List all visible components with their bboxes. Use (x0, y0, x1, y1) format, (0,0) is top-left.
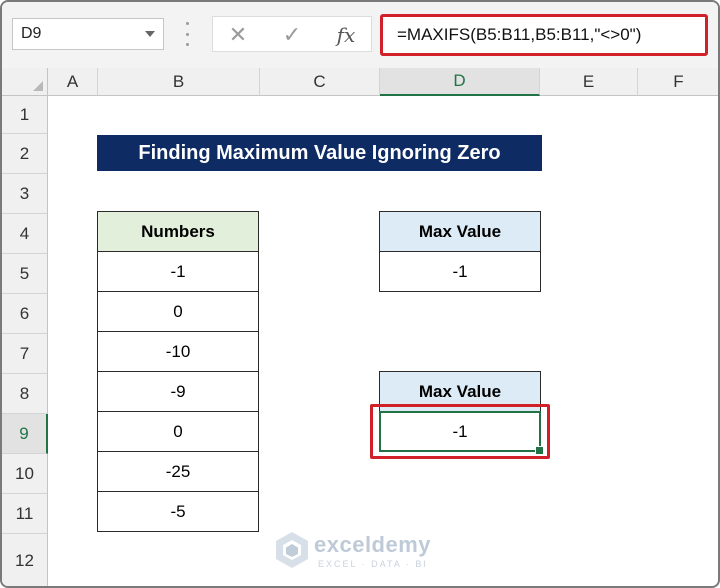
row-header-8[interactable]: 8 (2, 374, 48, 414)
insert-function-icon[interactable]: fx (331, 21, 361, 49)
table-row[interactable]: -10 (98, 332, 258, 372)
max-value-cell[interactable]: -1 (380, 252, 540, 291)
row-header-7[interactable]: 7 (2, 334, 48, 374)
numbers-table: Numbers -1 0 -10 -9 0 -25 -5 (97, 211, 259, 532)
logo-brand: exceldemy (314, 532, 432, 557)
formula-bar: D9 ✕ ✓ fx =MAXIFS(B5:B11,B5:B11,"<>0") (2, 2, 718, 68)
excel-window: D9 ✕ ✓ fx =MAXIFS(B5:B11,B5:B11,"<>0") A… (0, 0, 720, 588)
numbers-header[interactable]: Numbers (98, 212, 258, 252)
table-row[interactable]: 0 (98, 412, 258, 452)
row-header-3[interactable]: 3 (2, 174, 48, 214)
max-value-header[interactable]: Max Value (380, 212, 540, 252)
column-header-b[interactable]: B (98, 68, 260, 96)
column-header-c[interactable]: C (260, 68, 380, 96)
enter-icon[interactable]: ✓ (277, 21, 307, 49)
row-header-2[interactable]: 2 (2, 134, 48, 174)
row-header-12[interactable]: 12 (2, 534, 48, 586)
table-row[interactable]: -9 (98, 372, 258, 412)
row-header-11[interactable]: 11 (2, 494, 48, 534)
logo-tagline: EXCEL · DATA · BI (318, 559, 428, 569)
table-row[interactable]: -5 (98, 492, 258, 531)
row-header-10[interactable]: 10 (2, 454, 48, 494)
row-header-6[interactable]: 6 (2, 294, 48, 334)
name-box-value: D9 (21, 25, 42, 42)
max-value-table-1: Max Value -1 (379, 211, 541, 292)
table-row[interactable]: 0 (98, 292, 258, 332)
row-header-1[interactable]: 1 (2, 96, 48, 134)
column-header-f[interactable]: F (638, 68, 718, 96)
formula-input[interactable]: =MAXIFS(B5:B11,B5:B11,"<>0") (380, 14, 708, 56)
row-header-5[interactable]: 5 (2, 254, 48, 294)
row-header-9[interactable]: 9 (2, 414, 48, 454)
column-header-a[interactable]: A (48, 68, 98, 96)
cancel-icon[interactable]: ✕ (223, 21, 253, 49)
row-header-4[interactable]: 4 (2, 214, 48, 254)
formula-buttons: ✕ ✓ fx (212, 16, 372, 52)
logo-icon (276, 532, 308, 568)
select-all-corner[interactable] (2, 68, 48, 96)
table-row[interactable]: -1 (98, 252, 258, 292)
formula-text: =MAXIFS(B5:B11,B5:B11,"<>0") (397, 25, 642, 44)
column-header-e[interactable]: E (540, 68, 638, 96)
name-box[interactable]: D9 (12, 18, 164, 50)
exceldemy-logo: exceldemy EXCEL · DATA · BI (272, 530, 462, 576)
chevron-down-icon[interactable] (145, 31, 155, 37)
table-row[interactable]: -25 (98, 452, 258, 492)
column-header-d[interactable]: D (380, 68, 540, 96)
highlight-box (370, 404, 550, 459)
sheet-title[interactable]: Finding Maximum Value Ignoring Zero (97, 135, 542, 171)
drag-handle-icon[interactable] (184, 22, 190, 46)
